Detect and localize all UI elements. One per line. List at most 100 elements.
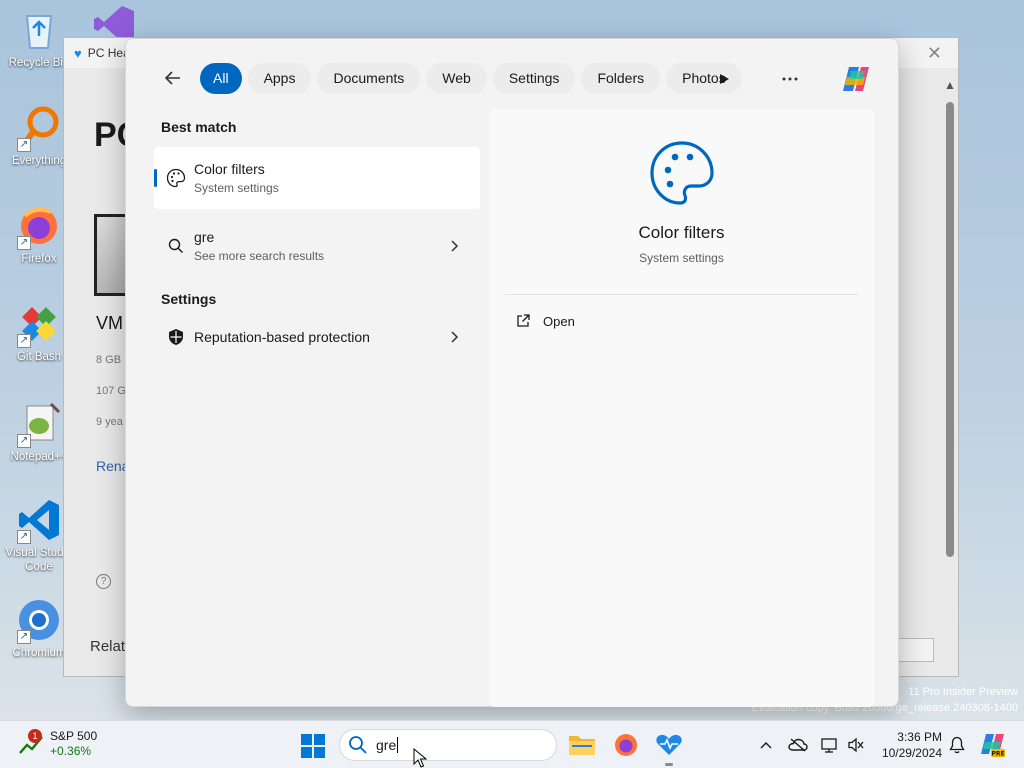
open-label: Open — [543, 313, 575, 329]
more-options-button[interactable] — [774, 63, 806, 95]
folder-icon — [569, 736, 595, 755]
back-button[interactable] — [156, 61, 190, 95]
shortcut-arrow-icon: ↗ — [17, 334, 31, 348]
search-results: Best match Color filters System settings… — [154, 119, 480, 361]
result-subtitle: See more search results — [194, 249, 325, 263]
result-reputation-protection[interactable]: Reputation-based protection — [154, 313, 480, 361]
open-button[interactable]: Open — [515, 313, 575, 329]
stock-trend-icon: 1 — [18, 729, 44, 757]
more-filters-button[interactable] — [708, 63, 740, 95]
related-links-heading: Relat — [90, 638, 126, 655]
network-tray-button[interactable] — [820, 735, 840, 755]
search-filter-bar: All Apps Documents Web Settings Folders … — [156, 61, 742, 95]
preview-title: Color filters — [638, 223, 725, 242]
spec-storage: 107 G — [96, 385, 126, 397]
palette-icon — [166, 168, 186, 188]
network-icon — [821, 738, 837, 753]
firefox-taskbar-button[interactable] — [612, 731, 640, 759]
ellipsis-icon — [782, 77, 798, 81]
firefox-icon — [615, 734, 637, 756]
recycle-bin-icon — [15, 6, 63, 54]
divider — [505, 294, 858, 295]
shortcut-arrow-icon: ↗ — [17, 630, 31, 644]
search-icon — [349, 736, 367, 754]
shortcut-arrow-icon: ↗ — [17, 434, 31, 448]
chevron-right-icon — [451, 240, 459, 252]
start-button[interactable] — [301, 734, 325, 758]
clock-time: 3:36 PM — [897, 730, 942, 744]
everything-search-icon: ↗ — [15, 104, 63, 152]
watermark-edition: 11 Pro Insider Preview — [908, 686, 1018, 698]
notifications-button[interactable] — [947, 735, 967, 755]
volume-muted-icon — [848, 737, 864, 753]
svg-text:PRE: PRE — [991, 751, 1004, 758]
health-heart-icon — [656, 734, 682, 755]
result-preview-pane: Color filters System settings Open — [489, 109, 874, 707]
git-bash-icon: ↗ — [15, 300, 63, 348]
notepad-plus-plus-icon: ↗ — [15, 400, 63, 448]
close-icon[interactable]: ✕ — [927, 43, 942, 64]
help-icon[interactable]: ? — [96, 574, 111, 589]
shortcut-arrow-icon: ↗ — [17, 138, 31, 152]
copilot-button[interactable] — [840, 63, 872, 95]
result-color-filters[interactable]: Color filters System settings — [154, 147, 480, 209]
scrollbar-thumb[interactable] — [946, 102, 954, 557]
chevron-up-icon — [760, 742, 772, 749]
result-title: Reputation-based protection — [194, 329, 370, 345]
pc-health-check-taskbar-button[interactable] — [655, 731, 683, 759]
spec-age: 9 yea — [96, 416, 123, 428]
taskbar: 1 S&P 500 +0.36% gre 3:36 PM 10/29/2024 — [0, 720, 1024, 768]
copilot-taskbar-button[interactable]: PRE — [980, 732, 1006, 758]
filter-folders[interactable]: Folders — [581, 62, 661, 94]
active-app-indicator — [665, 763, 673, 766]
back-arrow-icon — [164, 71, 180, 85]
clock-date: 10/29/2024 — [881, 746, 942, 760]
copilot-icon — [843, 67, 869, 91]
open-external-icon — [517, 314, 530, 327]
onedrive-tray-button[interactable] — [788, 735, 808, 755]
bell-icon — [949, 736, 965, 754]
scrollbar[interactable]: ▲ — [942, 78, 958, 578]
chromium-icon: ↗ — [15, 596, 63, 644]
cloud-off-icon — [788, 738, 808, 752]
stock-name: S&P 500 — [50, 729, 98, 743]
copilot-pre-icon: PRE — [981, 734, 1005, 758]
mouse-cursor-icon — [413, 748, 427, 768]
settings-heading: Settings — [161, 291, 217, 307]
preview-subtitle: System settings — [639, 251, 724, 265]
stock-widget[interactable]: 1 S&P 500 +0.36% — [18, 729, 97, 759]
taskbar-search-input[interactable]: gre — [339, 729, 557, 761]
device-image — [94, 214, 128, 296]
text-caret — [397, 737, 399, 753]
shortcut-arrow-icon: ↗ — [17, 530, 31, 544]
spec-ram: 8 GB — [96, 354, 122, 366]
filter-all[interactable]: All — [200, 62, 242, 94]
shield-icon — [166, 327, 186, 347]
result-title: Color filters — [194, 161, 265, 177]
shortcut-arrow-icon: ↗ — [17, 236, 31, 250]
result-title: gre — [194, 229, 215, 245]
filter-documents[interactable]: Documents — [317, 62, 421, 94]
notification-badge: 1 — [28, 729, 42, 743]
scroll-up-icon[interactable]: ▲ — [944, 78, 956, 92]
clock[interactable]: 3:36 PM 10/29/2024 — [872, 729, 942, 761]
filter-settings[interactable]: Settings — [492, 62, 576, 94]
show-hidden-icons-button[interactable] — [756, 735, 776, 755]
search-query: gre — [376, 737, 397, 753]
best-match-heading: Best match — [161, 119, 237, 135]
windows-logo-icon — [301, 734, 312, 745]
firefox-icon: ↗ — [15, 202, 63, 250]
play-icon — [720, 74, 729, 84]
volume-tray-button[interactable] — [846, 735, 866, 755]
search-icon — [166, 236, 186, 256]
vscode-icon: ↗ — [15, 496, 63, 544]
filter-web[interactable]: Web — [426, 62, 487, 94]
search-flyout: All Apps Documents Web Settings Folders … — [125, 38, 899, 707]
device-name: VM — [96, 313, 123, 333]
filter-apps[interactable]: Apps — [247, 62, 312, 94]
result-web-search[interactable]: gre See more search results — [154, 215, 480, 277]
chevron-right-icon — [451, 331, 459, 343]
file-explorer-button[interactable] — [568, 731, 596, 759]
stock-change: +0.36% — [50, 744, 92, 758]
palette-icon — [650, 141, 714, 205]
